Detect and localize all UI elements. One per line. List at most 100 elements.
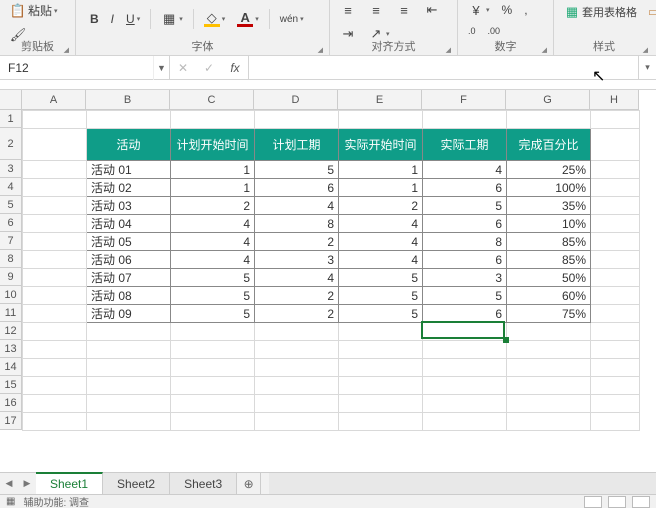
name-box-input[interactable] bbox=[0, 61, 153, 75]
cell-G17[interactable] bbox=[507, 413, 591, 431]
name-box[interactable]: ▼ bbox=[0, 56, 170, 79]
cell-B15[interactable] bbox=[87, 377, 171, 395]
cell-G3[interactable]: 25% bbox=[507, 161, 591, 179]
cell-B1[interactable] bbox=[87, 111, 171, 129]
cell-D8[interactable]: 3 bbox=[255, 251, 339, 269]
cell-H9[interactable] bbox=[591, 269, 640, 287]
cell-E1[interactable] bbox=[339, 111, 423, 129]
fx-button[interactable]: fx bbox=[222, 56, 248, 80]
formula-input[interactable] bbox=[249, 56, 638, 79]
cell-E5[interactable]: 2 bbox=[339, 197, 423, 215]
cell-F7[interactable]: 8 bbox=[423, 233, 507, 251]
cell-D7[interactable]: 2 bbox=[255, 233, 339, 251]
cell-G1[interactable] bbox=[507, 111, 591, 129]
cell-H11[interactable] bbox=[591, 305, 640, 323]
cell-F17[interactable] bbox=[423, 413, 507, 431]
cell-F12[interactable] bbox=[423, 323, 507, 341]
sheet-tab-sheet1[interactable]: Sheet1 bbox=[36, 472, 103, 494]
cell-D9[interactable]: 4 bbox=[255, 269, 339, 287]
cell-D4[interactable]: 6 bbox=[255, 179, 339, 197]
cell-B2[interactable]: 活动 bbox=[87, 129, 171, 161]
cell-C17[interactable] bbox=[171, 413, 255, 431]
cell-E3[interactable]: 1 bbox=[339, 161, 423, 179]
cell-H15[interactable] bbox=[591, 377, 640, 395]
cell-C12[interactable] bbox=[171, 323, 255, 341]
accounting-button[interactable]: ¥▾ bbox=[464, 0, 494, 20]
add-sheet-button[interactable]: ⊕ bbox=[237, 473, 261, 494]
cell-F3[interactable]: 4 bbox=[423, 161, 507, 179]
column-header-A[interactable]: A bbox=[22, 90, 86, 110]
row-header-15[interactable]: 15 bbox=[0, 376, 22, 394]
cell-F10[interactable]: 5 bbox=[423, 287, 507, 305]
decimal-inc-button[interactable]: .0 bbox=[464, 24, 480, 38]
cell-C7[interactable]: 4 bbox=[171, 233, 255, 251]
column-header-B[interactable]: B bbox=[86, 90, 170, 110]
column-header-D[interactable]: D bbox=[254, 90, 338, 110]
cell-F1[interactable] bbox=[423, 111, 507, 129]
cell-D11[interactable]: 2 bbox=[255, 305, 339, 323]
cell-C11[interactable]: 5 bbox=[171, 305, 255, 323]
cell-H14[interactable] bbox=[591, 359, 640, 377]
cell-A2[interactable] bbox=[23, 129, 87, 161]
cell-E8[interactable]: 4 bbox=[339, 251, 423, 269]
cell-G14[interactable] bbox=[507, 359, 591, 377]
cell-G4[interactable]: 100% bbox=[507, 179, 591, 197]
cell-A10[interactable] bbox=[23, 287, 87, 305]
row-header-7[interactable]: 7 bbox=[0, 232, 22, 250]
horizontal-scrollbar[interactable] bbox=[269, 473, 656, 494]
column-header-G[interactable]: G bbox=[506, 90, 590, 110]
normal-view-button[interactable] bbox=[584, 496, 602, 508]
cell-A14[interactable] bbox=[23, 359, 87, 377]
cell-B17[interactable] bbox=[87, 413, 171, 431]
cell-H5[interactable] bbox=[591, 197, 640, 215]
column-header-H[interactable]: H bbox=[590, 90, 639, 110]
underline-button[interactable]: U▾ bbox=[122, 10, 144, 28]
align-mid-button[interactable]: ≡ bbox=[364, 0, 388, 20]
cell-G5[interactable]: 35% bbox=[507, 197, 591, 215]
formula-expand-button[interactable]: ▾ bbox=[638, 56, 656, 79]
column-header-E[interactable]: E bbox=[338, 90, 422, 110]
cell-B6[interactable]: 活动 04 bbox=[87, 215, 171, 233]
cell-H3[interactable] bbox=[591, 161, 640, 179]
cell-D14[interactable] bbox=[255, 359, 339, 377]
cell-E12[interactable] bbox=[339, 323, 423, 341]
cell-H6[interactable] bbox=[591, 215, 640, 233]
cell-G2[interactable]: 完成百分比 bbox=[507, 129, 591, 161]
cell-G10[interactable]: 60% bbox=[507, 287, 591, 305]
cell-F6[interactable]: 6 bbox=[423, 215, 507, 233]
cell-B8[interactable]: 活动 06 bbox=[87, 251, 171, 269]
font-color-button[interactable]: A▾ bbox=[233, 9, 263, 29]
cell-D6[interactable]: 8 bbox=[255, 215, 339, 233]
cell-H4[interactable] bbox=[591, 179, 640, 197]
cell-A15[interactable] bbox=[23, 377, 87, 395]
row-header-6[interactable]: 6 bbox=[0, 214, 22, 232]
cell-A8[interactable] bbox=[23, 251, 87, 269]
row-header-10[interactable]: 10 bbox=[0, 286, 22, 304]
sheet-tab-sheet2[interactable]: Sheet2 bbox=[103, 473, 170, 494]
column-header-F[interactable]: F bbox=[422, 90, 506, 110]
cell-D3[interactable]: 5 bbox=[255, 161, 339, 179]
fill-handle[interactable] bbox=[503, 337, 509, 343]
cell-B9[interactable]: 活动 07 bbox=[87, 269, 171, 287]
cell-B10[interactable]: 活动 08 bbox=[87, 287, 171, 305]
row-header-12[interactable]: 12 bbox=[0, 322, 22, 340]
cell-B5[interactable]: 活动 03 bbox=[87, 197, 171, 215]
cell-C5[interactable]: 2 bbox=[171, 197, 255, 215]
cells[interactable]: 活动计划开始时间计划工期实际开始时间实际工期完成百分比活动 01151425%活… bbox=[22, 110, 640, 431]
cell-C8[interactable]: 4 bbox=[171, 251, 255, 269]
percent-button[interactable]: % bbox=[498, 1, 517, 19]
cell-G13[interactable] bbox=[507, 341, 591, 359]
cell-A1[interactable] bbox=[23, 111, 87, 129]
cell-H13[interactable] bbox=[591, 341, 640, 359]
cell-C9[interactable]: 5 bbox=[171, 269, 255, 287]
cell-C4[interactable]: 1 bbox=[171, 179, 255, 197]
cell-F13[interactable] bbox=[423, 341, 507, 359]
cell-G11[interactable]: 75% bbox=[507, 305, 591, 323]
cell-C3[interactable]: 1 bbox=[171, 161, 255, 179]
bold-button[interactable]: B bbox=[86, 10, 103, 28]
cell-styles-button[interactable]: ▭单元格样式 bbox=[642, 2, 656, 22]
cell-A5[interactable] bbox=[23, 197, 87, 215]
cell-A11[interactable] bbox=[23, 305, 87, 323]
column-headers[interactable]: ABCDEFGH bbox=[22, 90, 639, 110]
page-break-view-button[interactable] bbox=[632, 496, 650, 508]
